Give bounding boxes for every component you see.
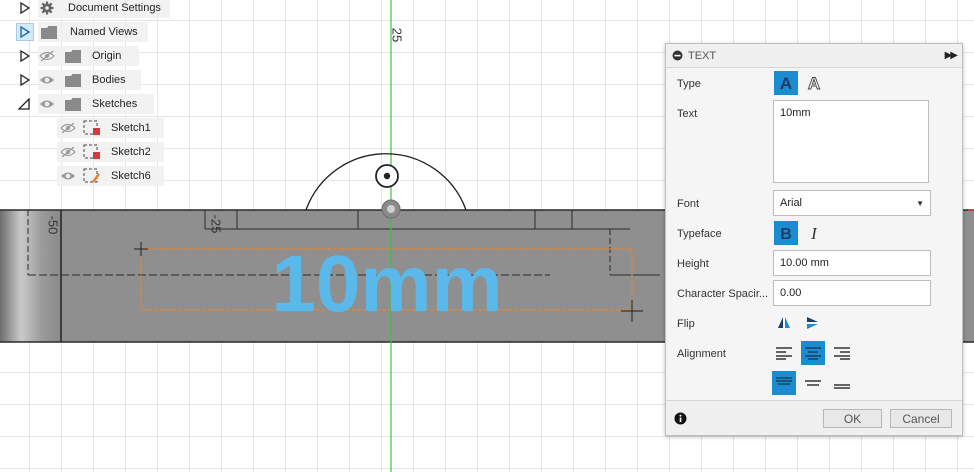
tree-label: Origin (92, 50, 122, 62)
height-input[interactable]: 10.00 mm (773, 250, 931, 276)
tree-label: Document Settings (68, 2, 161, 14)
tree-item-sketch6[interactable]: Sketch6 (57, 166, 164, 186)
svg-text:I: I (810, 225, 818, 241)
character-spacing-label: Character Spacir... (677, 288, 769, 300)
height-label: Height (677, 258, 709, 270)
tree-label: Named Views (70, 26, 138, 38)
type-filled-text-button[interactable]: A (774, 71, 798, 95)
eye-icon[interactable] (38, 71, 56, 89)
ruler-label-neg50: -50 (46, 216, 61, 235)
tree-item-sketches[interactable]: Sketches (38, 94, 154, 114)
sketch-locked-icon (83, 119, 101, 137)
chevron-down-icon: ▼ (916, 198, 924, 208)
tree-item-sketch1[interactable]: Sketch1 (57, 118, 164, 138)
eye-hidden-icon[interactable] (59, 119, 77, 137)
font-select-value: Arial (780, 197, 803, 209)
type-outline-text-button[interactable]: A (802, 71, 826, 95)
folder-icon (64, 71, 82, 89)
tree-item-origin[interactable]: Origin (38, 46, 139, 66)
sketch-locked-icon (83, 143, 101, 161)
bold-button[interactable]: B (774, 221, 798, 245)
flip-vertical-button[interactable] (800, 311, 824, 335)
tree-label: Sketch2 (111, 146, 151, 158)
tree-label: Sketch1 (111, 122, 151, 134)
svg-text:B: B (780, 226, 792, 241)
alignment-label: Alignment (677, 348, 726, 360)
expand-panel-icon[interactable]: ▶▶ (945, 50, 958, 61)
text-dialog: TEXT ▶▶ Type A A Text 10mm Font Arial ▼ … (665, 43, 963, 436)
collapse-dialog-icon[interactable] (672, 50, 684, 62)
align-top-button[interactable] (772, 371, 796, 395)
align-center-button[interactable] (801, 341, 825, 365)
ruler-label-25: 25 (390, 28, 405, 42)
character-spacing-input[interactable]: 0.00 (773, 280, 931, 306)
eye-hidden-icon[interactable] (59, 143, 77, 161)
tree-item-bodies[interactable]: Bodies (38, 70, 141, 90)
folder-icon (40, 23, 58, 41)
font-select[interactable]: Arial ▼ (773, 190, 931, 216)
ok-button[interactable]: OK (823, 409, 882, 428)
dialog-header: TEXT ▶▶ (666, 44, 962, 68)
tree-label: Bodies (92, 74, 126, 86)
cancel-button[interactable]: Cancel (890, 409, 952, 428)
tree-label: Sketch6 (111, 170, 151, 182)
align-left-button[interactable] (772, 341, 796, 365)
align-right-button[interactable] (830, 341, 854, 365)
sketch-edit-icon (83, 167, 101, 185)
tree-label: Sketches (92, 98, 138, 110)
flip-label: Flip (677, 318, 695, 330)
flip-horizontal-button[interactable] (772, 311, 796, 335)
text-input[interactable]: 10mm (773, 100, 929, 183)
expand-origin-icon[interactable] (18, 48, 32, 64)
eye-icon[interactable] (59, 167, 77, 185)
dialog-title: TEXT (688, 49, 717, 62)
expand-document-settings-icon[interactable] (18, 0, 32, 16)
sketch-text: 10mm (271, 239, 502, 328)
ruler-label-neg25: -25 (209, 215, 224, 234)
align-bottom-button[interactable] (830, 371, 854, 395)
align-middle-button[interactable] (801, 371, 825, 395)
type-label: Type (677, 78, 701, 90)
typeface-label: Typeface (677, 228, 722, 240)
tree-item-sketch2[interactable]: Sketch2 (57, 142, 164, 162)
text-label: Text (677, 108, 698, 120)
expand-named-views-icon[interactable] (16, 23, 34, 41)
tree-item-named-views[interactable]: Named Views (38, 22, 148, 42)
svg-text:A: A (780, 75, 792, 91)
info-icon[interactable] (674, 412, 687, 428)
folder-icon (64, 47, 82, 65)
expand-bodies-icon[interactable] (18, 72, 32, 88)
folder-icon (64, 95, 82, 113)
dialog-footer: OK Cancel (666, 400, 962, 435)
italic-button[interactable]: I (802, 221, 826, 245)
collapse-sketches-icon[interactable] (17, 96, 31, 112)
eye-icon[interactable] (38, 95, 56, 113)
svg-text:A: A (808, 75, 820, 91)
font-label: Font (677, 198, 700, 210)
eye-hidden-icon[interactable] (38, 47, 56, 65)
gear-icon (38, 0, 56, 17)
tree-item-document-settings[interactable]: Document Settings (38, 0, 170, 18)
